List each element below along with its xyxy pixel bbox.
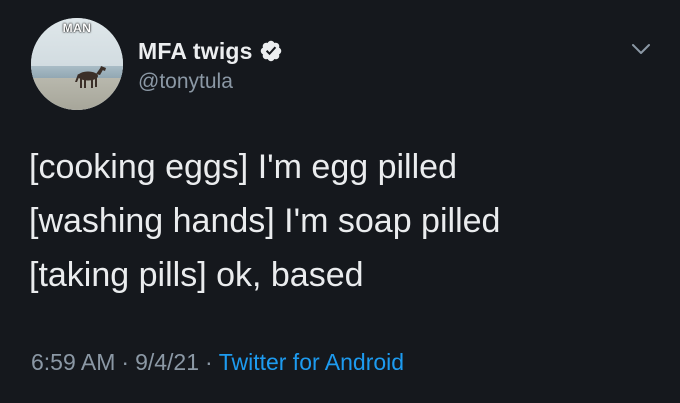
tweet-time[interactable]: 6:59 AM bbox=[31, 349, 115, 375]
meta-separator: · bbox=[205, 349, 213, 375]
author-handle[interactable]: @tonytula bbox=[138, 70, 233, 94]
meta-separator: · bbox=[121, 349, 130, 375]
tweet-line: [washing hands] I'm soap pilled bbox=[29, 202, 501, 240]
verified-badge-icon bbox=[259, 39, 283, 63]
avatar[interactable]: MAN bbox=[31, 18, 123, 110]
tweet-line: [taking pills] ok, based bbox=[29, 256, 364, 294]
tweet-line: [cooking eggs] I'm egg pilled bbox=[29, 148, 457, 186]
chevron-down-icon[interactable] bbox=[630, 38, 652, 60]
tweet-text: [cooking eggs] I'm egg pilled [washing h… bbox=[29, 140, 659, 302]
display-name[interactable]: MFA twigs bbox=[138, 38, 253, 65]
tweet-metadata: 6:59 AM · 9/4/21 · Twitter for Android bbox=[31, 349, 404, 376]
tweet-date[interactable]: 9/4/21 bbox=[135, 349, 199, 375]
avatar-caption: MAN bbox=[62, 21, 92, 35]
tweet-source-link[interactable]: Twitter for Android bbox=[219, 349, 404, 375]
tweet-card: MAN MFA twigs @tonytula [cooking eggs] I… bbox=[0, 0, 680, 403]
author-name-row[interactable]: MFA twigs bbox=[138, 36, 283, 66]
